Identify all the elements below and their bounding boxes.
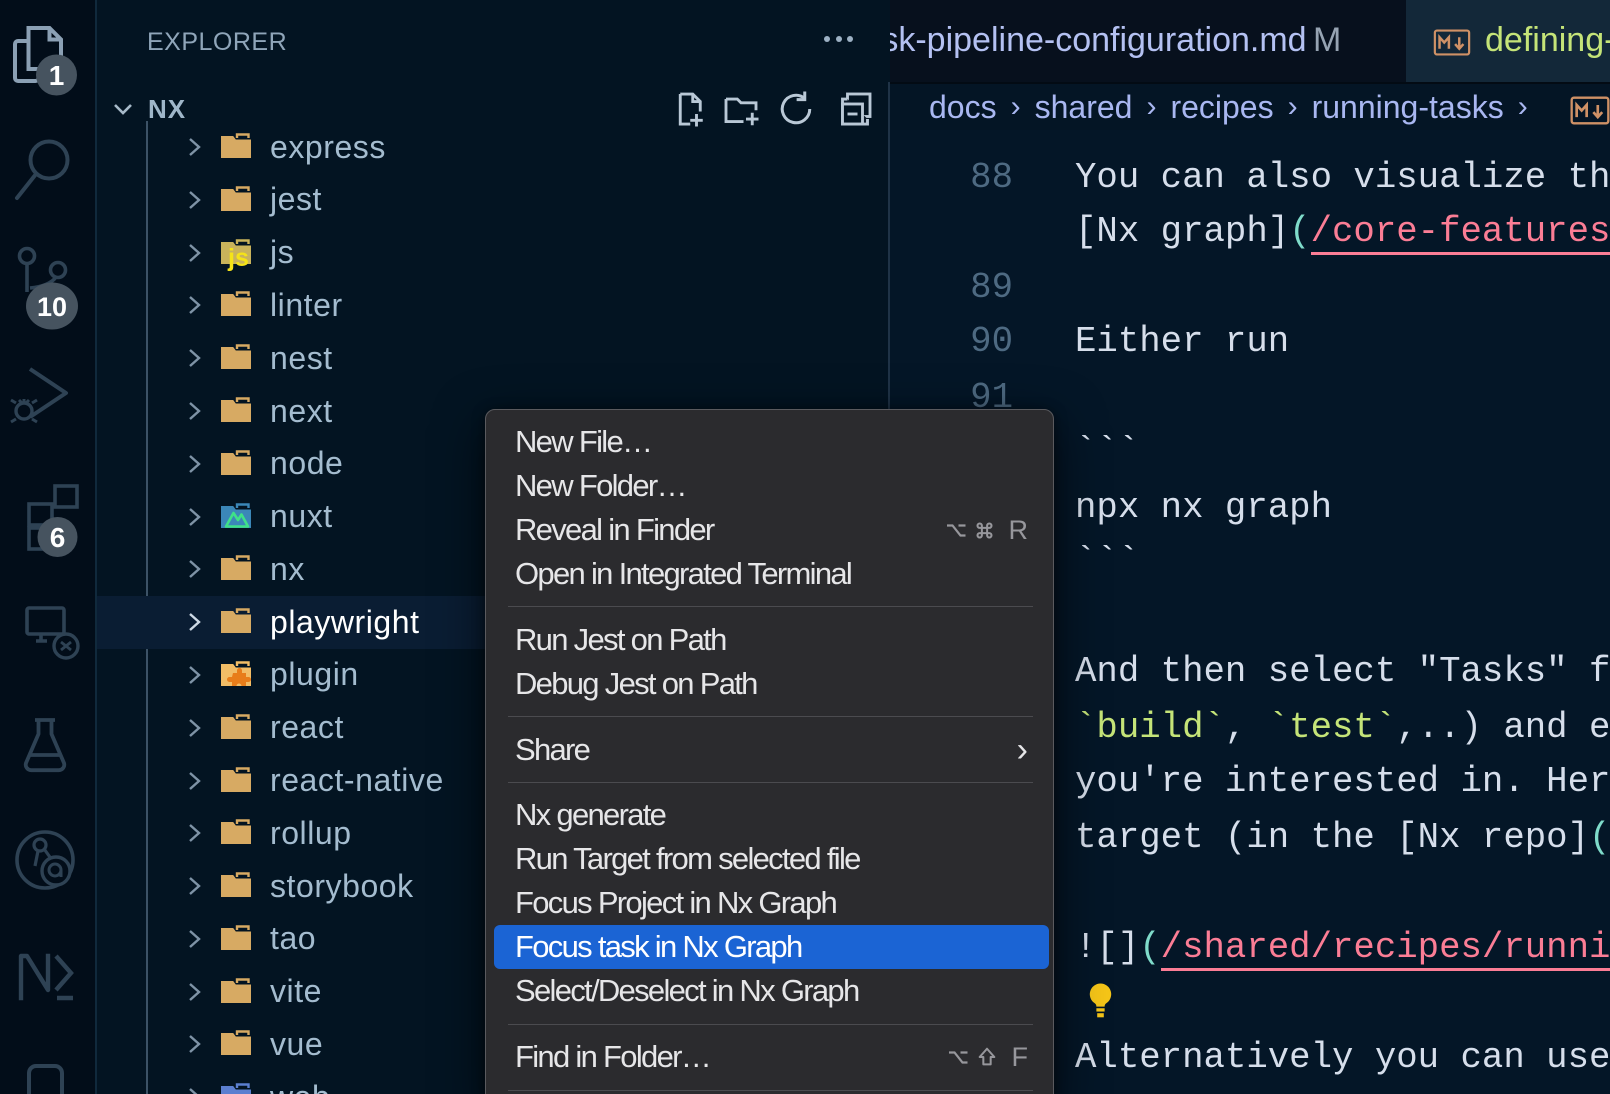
- svg-text:1: 1: [49, 60, 65, 91]
- svg-text:10: 10: [37, 292, 67, 322]
- svg-text:6: 6: [50, 522, 66, 553]
